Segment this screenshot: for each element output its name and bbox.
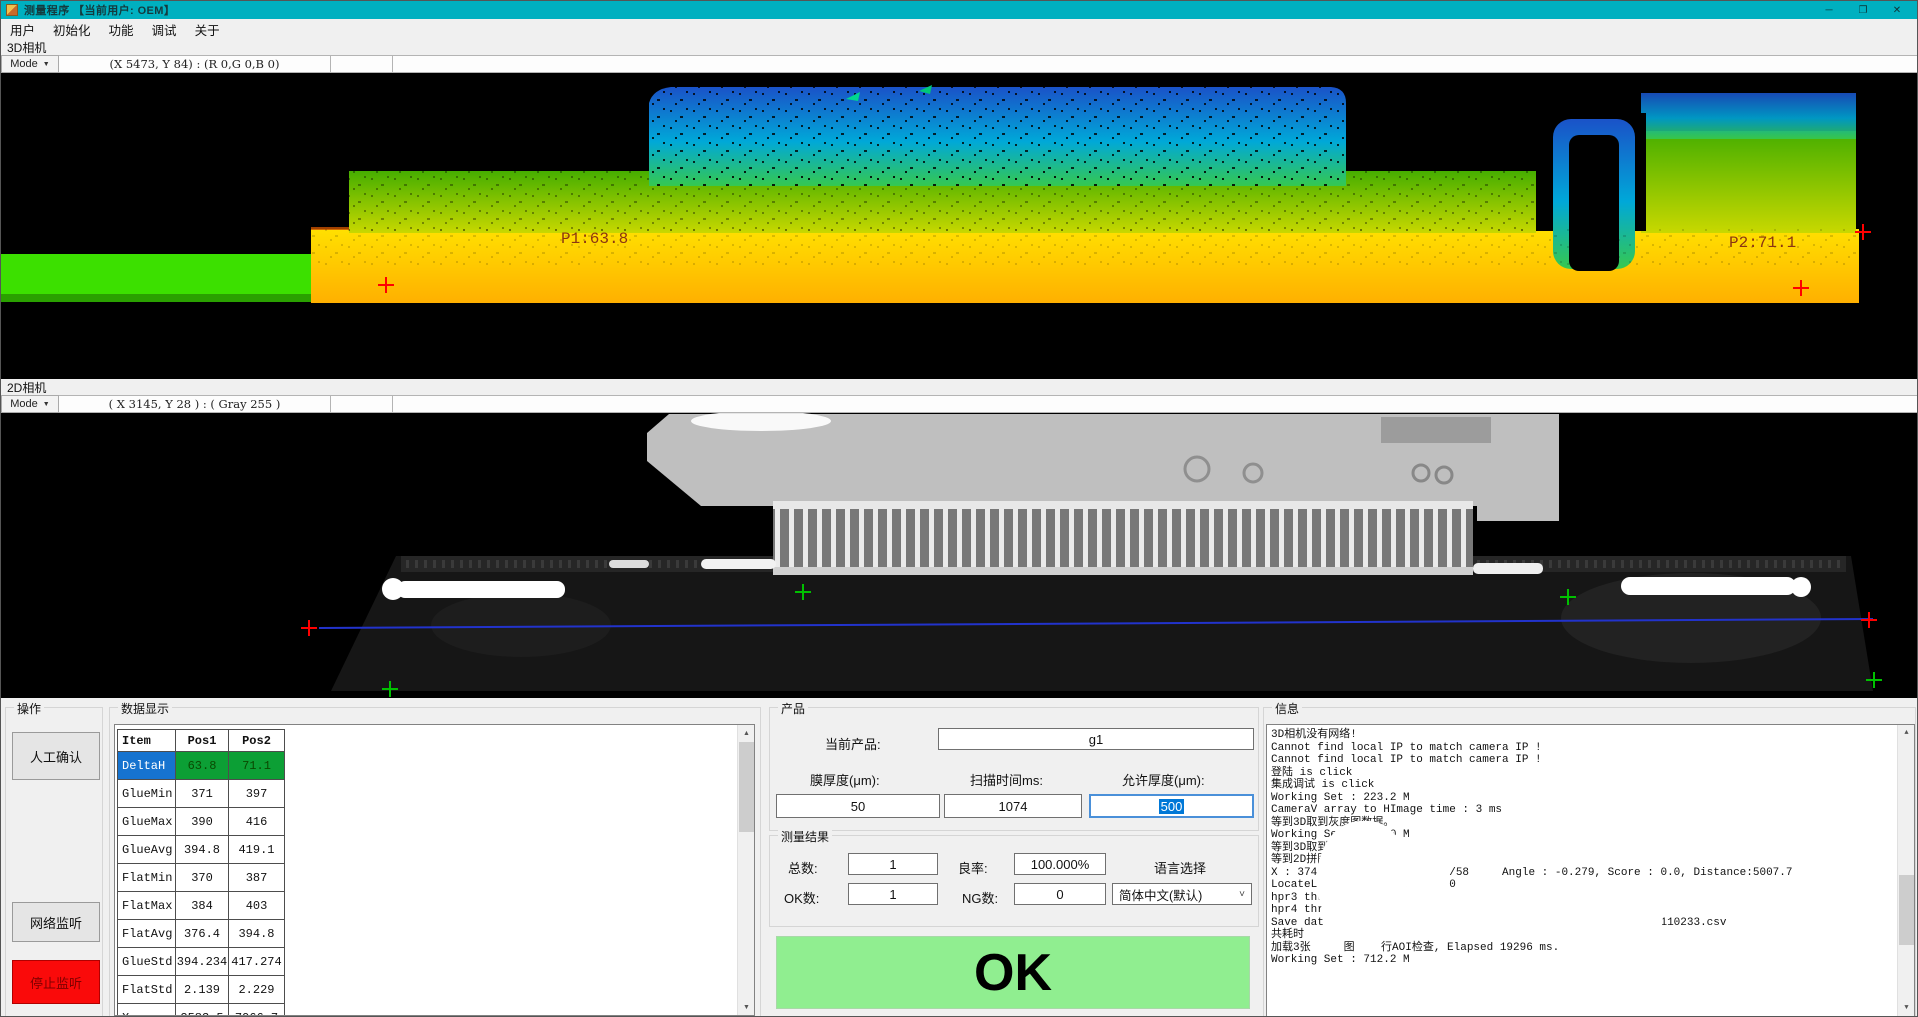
table-row[interactable]: FlatAvg 376.4 394.8 [118,920,285,948]
pixel-status-readout: ( X 3145, Y 28 ) : ( Gray 255 ) [59,395,331,413]
table-scrollbar[interactable]: ▲ ▼ [737,725,754,1015]
scroll-up-icon[interactable]: ▲ [1898,725,1915,741]
toolbar-cell [393,55,1918,73]
scan-time-label: 扫描时间ms: [970,770,1043,789]
current-product-label: 当前产品: [825,734,881,753]
minimize-button[interactable]: ─ [1812,5,1846,16]
log-line: 加载3张 图 行AOI检查, Elapsed 19296 ms. [1271,942,1894,955]
log-line: Cannot find local IP to match camera IP … [1271,742,1894,755]
p2-measurement-label: P2:71.1 [1729,234,1796,252]
scrollbar-thumb[interactable] [739,742,754,832]
allowed-thickness-label: 允许厚度(μm): [1122,770,1205,789]
close-button[interactable]: ✕ [1880,5,1914,16]
3d-camera-toolbar: Mode ▼ (X 5473, Y 84) : (R 0,G 0,B 0) [1,55,1918,73]
info-log[interactable]: 3D相机没有网络!Cannot find local IP to match c… [1266,724,1915,1017]
yield-field[interactable]: 100.000% [1014,853,1106,875]
log-line: Cannot find local IP to match camera IP … [1271,754,1894,767]
log-line: Working Set : 712.2 M [1271,954,1894,967]
log-line: 集成调试 is click [1271,779,1894,792]
table-row[interactable]: DeltaH 63.8 71.1 [118,752,285,780]
mode-dropdown[interactable]: Mode ▼ [1,55,59,73]
redaction-blob [1408,913,1663,929]
3d-heightmap-image: P1:63.8 P2:71.1 [1,73,1918,379]
table-header-item: Item [118,730,176,752]
title-bar: 测量程序 【当前用户: OEM】 ─ ❐ ✕ [1,1,1918,19]
menu-item[interactable]: 关于 [186,18,229,41]
log-line: CameraV array to HImage time : 3 ms [1271,804,1894,817]
yield-label: 良率: [958,858,988,877]
scroll-up-icon[interactable]: ▲ [738,725,755,741]
film-thickness-label: 膜厚度(μm): [810,770,880,789]
toolbar-cell [393,395,1918,413]
2d-camera-viewport[interactable] [1,413,1918,698]
table-row[interactable]: GlueAvg 394.8 419.1 [118,836,285,864]
menu-item[interactable]: 初始化 [44,18,100,41]
table-row[interactable]: GlueStd 394.234 417.274 [118,948,285,976]
3d-camera-viewport[interactable]: P1:63.8 P2:71.1 [1,73,1918,379]
maximize-button[interactable]: ❐ [1846,5,1880,16]
table-row[interactable]: X 2583.5 7966.7 [118,1004,285,1016]
table-row[interactable]: FlatStd 2.139 2.229 [118,976,285,1004]
window-title: 测量程序 【当前用户: OEM】 [24,2,175,18]
log-scrollbar[interactable]: ▲ ▼ [1897,725,1914,1016]
log-line: Working Set : 223.2 M [1271,792,1894,805]
scroll-down-icon[interactable]: ▼ [738,999,755,1015]
chevron-down-icon: ▼ [43,61,50,68]
scroll-down-icon[interactable]: ▼ [1898,1000,1915,1016]
selected-text: 500 [1159,799,1185,814]
3d-camera-section-label: 3D相机 [1,39,1918,55]
result-status-banner: OK [776,936,1250,1009]
2d-camera-section-label: 2D相机 [1,379,1918,395]
log-line: 3D相机没有网络! [1271,729,1894,742]
menu-item[interactable]: 功能 [100,18,143,41]
2d-grayscale-image [1,413,1918,698]
table-header-row: Item Pos1 Pos2 [118,730,285,752]
table-body: DeltaH 63.8 71.1 GlueMin 371 397 GlueMax [118,752,285,1016]
mode-dropdown[interactable]: Mode ▼ [1,395,59,413]
stop-listen-button[interactable]: 停止监听 [12,960,100,1004]
toolbar-cell [331,395,393,413]
table-row[interactable]: FlatMax 384 403 [118,892,285,920]
app-icon [6,4,18,16]
total-count-field[interactable]: 1 [848,853,938,875]
ng-count-label: NG数: [962,888,998,907]
menu-bar: 用户初始化功能调试关于 [1,19,1918,39]
current-product-field[interactable]: g1 [938,728,1254,750]
table-header-pos2: Pos2 [229,730,285,752]
chevron-down-icon: ˅ [1239,889,1245,900]
operation-group: 操作 人工确认 网络监听 停止监听 [5,707,103,1017]
language-select-label: 语言选择 [1154,858,1206,877]
data-table: Item Pos1 Pos2 DeltaH 63.8 71.1 Glue [117,729,285,1016]
table-row[interactable]: GlueMin 371 397 [118,780,285,808]
network-listen-button[interactable]: 网络监听 [12,902,100,942]
chevron-down-icon: ▼ [43,401,50,408]
scrollbar-thumb[interactable] [1899,875,1914,945]
pixel-status-readout: (X 5473, Y 84) : (R 0,G 0,B 0) [59,55,331,73]
table-row[interactable]: FlatMin 370 387 [118,864,285,892]
log-line: 登陆 is click [1271,767,1894,780]
product-group: 产品 当前产品: g1 膜厚度(μm): 扫描时间ms: 允许厚度(μm): 5… [769,707,1259,831]
table-row[interactable]: GlueMax 390 416 [118,808,285,836]
ng-count-field[interactable]: 0 [1014,883,1106,905]
results-group: 测量结果 总数: 1 良率: 100.000% 语言选择 OK数: 1 NG数:… [769,835,1259,927]
p1-measurement-label: P1:63.8 [561,230,628,248]
language-select[interactable]: 简体中文(默认) ˅ [1112,883,1252,905]
measurement-list-area: Item Pos1 Pos2 DeltaH 63.8 71.1 Glue [114,724,755,1016]
ok-count-label: OK数: [784,888,819,907]
menu-item[interactable]: 用户 [1,18,44,41]
film-thickness-field[interactable]: 50 [776,794,940,818]
info-group: 信息 3D相机没有网络!Cannot find local IP to matc… [1263,707,1916,1017]
menu-item[interactable]: 调试 [143,18,186,41]
ok-count-field[interactable]: 1 [848,883,938,905]
toolbar-cell [331,55,393,73]
allowed-thickness-field[interactable]: 500 [1089,794,1254,818]
scan-time-field[interactable]: 1074 [944,794,1082,818]
application-window: 测量程序 【当前用户: OEM】 ─ ❐ ✕ 用户初始化功能调试关于 3D相机 … [0,0,1918,1017]
total-label: 总数: [788,858,818,877]
table-header-pos1: Pos1 [176,730,229,752]
manual-confirm-button[interactable]: 人工确认 [12,732,100,780]
2d-camera-toolbar: Mode ▼ ( X 3145, Y 28 ) : ( Gray 255 ) [1,395,1918,413]
redaction-blob [1317,821,1407,941]
data-display-group: 数据显示 Item Pos1 Pos2 DeltaH 63.8 71.1 [109,707,761,1017]
